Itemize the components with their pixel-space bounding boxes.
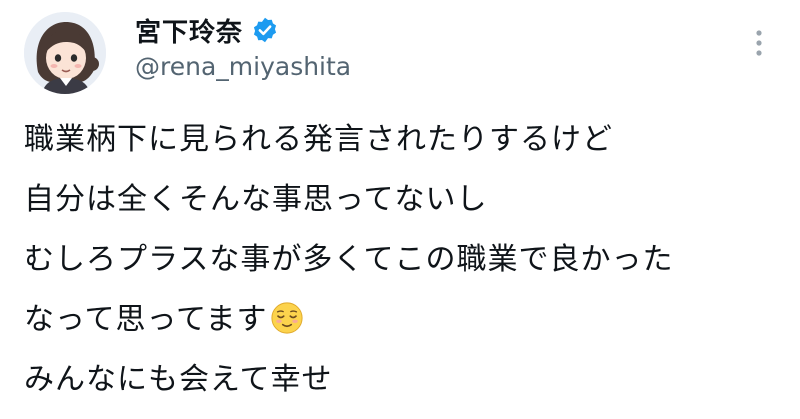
tweet-line: みんなにも会えて幸せ: [24, 362, 333, 397]
tweet-line: 自分は全くそんな事思ってないし: [24, 182, 488, 217]
tweet-text: 職業柄下に見られる発言されたりするけど 自分は全くそんな事思ってないし むしろプ…: [24, 110, 784, 410]
verified-badge-icon: [251, 16, 279, 44]
tweet-line-with-emoji: なって思ってます: [24, 290, 784, 350]
avatar[interactable]: [24, 12, 106, 94]
display-name[interactable]: 宮下玲奈: [135, 12, 243, 49]
more-vertical-icon: [756, 30, 762, 56]
author-name-row: 宮下玲奈: [135, 10, 279, 50]
avatar-illustration: [24, 12, 106, 94]
user-handle[interactable]: @rena_miyashita: [135, 52, 351, 81]
tweet-line: なって思ってます: [24, 302, 268, 337]
tweet-line: むしろプラスな事が多くてこの職業で良かった: [24, 242, 674, 277]
relieved-face-emoji: [270, 296, 304, 334]
tweet-line: 職業柄下に見られる発言されたりするけど: [24, 122, 613, 157]
more-options-button[interactable]: [744, 26, 774, 60]
tweet-card: 宮下玲奈 @rena_miyashita 職業柄下に見られる発言されたりするけど…: [0, 0, 800, 419]
